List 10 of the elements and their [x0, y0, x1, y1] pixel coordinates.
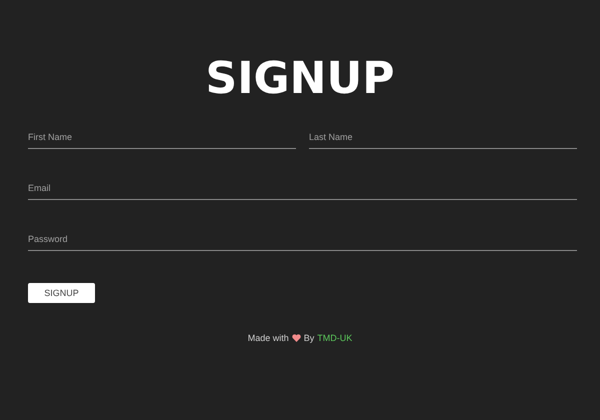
input-field[interactable]: Password: [28, 230, 577, 251]
input-field[interactable]: Email: [28, 179, 577, 200]
heart-icon: [292, 334, 301, 342]
page-title: SIGNUP: [204, 52, 396, 106]
author-link[interactable]: TMD-UK: [317, 333, 352, 343]
footer-text: By: [304, 333, 314, 343]
signup-button[interactable]: SIGNUP: [28, 283, 95, 303]
footer-text: Made with: [248, 333, 289, 343]
input-field[interactable]: First Name: [28, 128, 296, 149]
input-field[interactable]: Last Name: [309, 128, 577, 149]
